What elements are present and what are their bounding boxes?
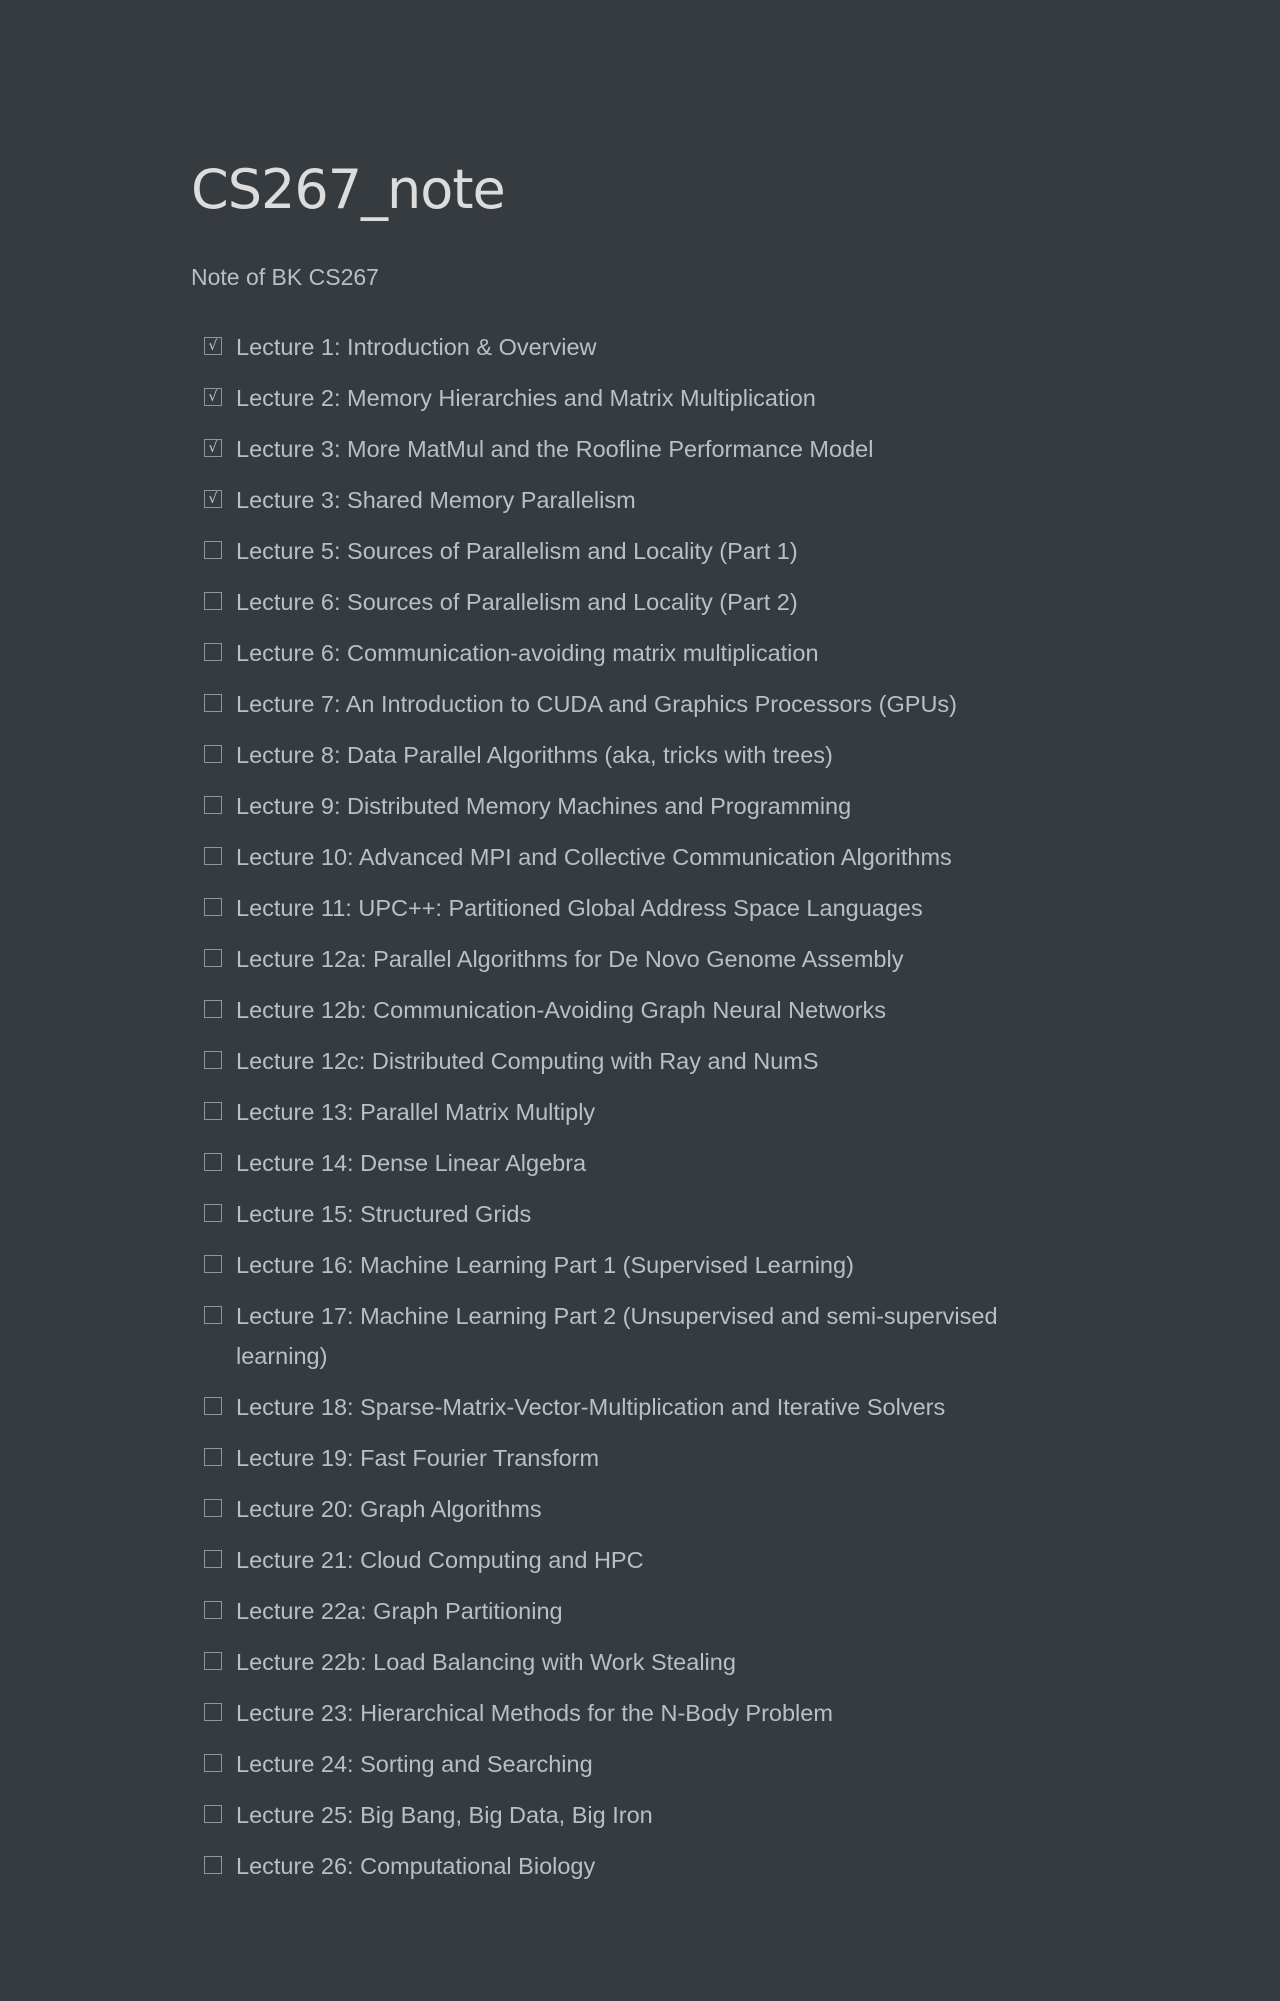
unchecked-checkbox[interactable] — [204, 1153, 222, 1171]
checklist-item: Lecture 6: Sources of Parallelism and Lo… — [191, 582, 1066, 622]
unchecked-checkbox[interactable] — [204, 1397, 222, 1415]
checklist-item-label: Lecture 24: Sorting and Searching — [236, 1751, 593, 1777]
unchecked-checkbox[interactable] — [204, 1102, 222, 1120]
checklist-item-label: Lecture 8: Data Parallel Algorithms (aka… — [236, 742, 833, 768]
checklist-item: Lecture 10: Advanced MPI and Collective … — [191, 837, 1066, 877]
checklist-item: Lecture 20: Graph Algorithms — [191, 1489, 1066, 1529]
checklist-item-label: Lecture 22b: Load Balancing with Work St… — [236, 1649, 736, 1675]
unchecked-checkbox[interactable] — [204, 1306, 222, 1324]
checklist-item: Lecture 12b: Communication-Avoiding Grap… — [191, 990, 1066, 1030]
checklist-item: Lecture 6: Communication-avoiding matrix… — [191, 633, 1066, 673]
checklist-item-label: Lecture 6: Communication-avoiding matrix… — [236, 640, 819, 666]
unchecked-checkbox[interactable] — [204, 1754, 222, 1772]
checklist-item: Lecture 16: Machine Learning Part 1 (Sup… — [191, 1245, 1066, 1285]
checkmark-icon: √ — [208, 440, 218, 456]
unchecked-checkbox[interactable] — [204, 745, 222, 763]
checklist-item-label: Lecture 10: Advanced MPI and Collective … — [236, 844, 952, 870]
checkmark-icon: √ — [208, 338, 218, 354]
checklist-item: Lecture 19: Fast Fourier Transform — [191, 1438, 1066, 1478]
checklist-item: Lecture 24: Sorting and Searching — [191, 1744, 1066, 1784]
checklist-item-label: Lecture 5: Sources of Parallelism and Lo… — [236, 538, 798, 564]
checklist-item: Lecture 5: Sources of Parallelism and Lo… — [191, 531, 1066, 571]
checklist-item-label: Lecture 22a: Graph Partitioning — [236, 1598, 563, 1624]
unchecked-checkbox[interactable] — [204, 1652, 222, 1670]
unchecked-checkbox[interactable] — [204, 847, 222, 865]
checklist-item-label: Lecture 25: Big Bang, Big Data, Big Iron — [236, 1802, 653, 1828]
checkmark-icon: √ — [208, 491, 218, 507]
checklist-item: Lecture 21: Cloud Computing and HPC — [191, 1540, 1066, 1580]
checked-checkbox[interactable]: √ — [204, 337, 222, 355]
checklist-item: Lecture 25: Big Bang, Big Data, Big Iron — [191, 1795, 1066, 1835]
unchecked-checkbox[interactable] — [204, 1204, 222, 1222]
unchecked-checkbox[interactable] — [204, 1703, 222, 1721]
unchecked-checkbox[interactable] — [204, 1550, 222, 1568]
checklist-item: Lecture 9: Distributed Memory Machines a… — [191, 786, 1066, 826]
checklist-item: Lecture 12c: Distributed Computing with … — [191, 1041, 1066, 1081]
checklist-item: √ Lecture 1: Introduction & Overview — [191, 327, 1066, 367]
checklist-item: √ Lecture 3: More MatMul and the Roofline… — [191, 429, 1066, 469]
unchecked-checkbox[interactable] — [204, 694, 222, 712]
unchecked-checkbox[interactable] — [204, 1856, 222, 1874]
checklist-item: Lecture 18: Sparse-Matrix-Vector-Multipl… — [191, 1387, 1066, 1427]
checklist-item-label: Lecture 2: Memory Hierarchies and Matrix… — [236, 385, 816, 411]
checklist-item-label: Lecture 6: Sources of Parallelism and Lo… — [236, 589, 798, 615]
checklist-item-label: Lecture 20: Graph Algorithms — [236, 1496, 542, 1522]
checklist-item: Lecture 26: Computational Biology — [191, 1846, 1066, 1886]
checklist-item-label: Lecture 16: Machine Learning Part 1 (Sup… — [236, 1252, 854, 1278]
checklist-item: √ Lecture 3: Shared Memory Parallelism — [191, 480, 1066, 520]
checklist-item: Lecture 23: Hierarchical Methods for the… — [191, 1693, 1066, 1733]
checklist-item-label: Lecture 19: Fast Fourier Transform — [236, 1445, 600, 1471]
checklist-item-label: Lecture 3: More MatMul and the Roofline … — [236, 436, 874, 462]
unchecked-checkbox[interactable] — [204, 1601, 222, 1619]
unchecked-checkbox[interactable] — [204, 898, 222, 916]
checklist-item-label: Lecture 13: Parallel Matrix Multiply — [236, 1099, 596, 1125]
unchecked-checkbox[interactable] — [204, 1448, 222, 1466]
checklist-item-label: Lecture 14: Dense Linear Algebra — [236, 1150, 587, 1176]
checked-checkbox[interactable]: √ — [204, 490, 222, 508]
checklist-item-label: Lecture 9: Distributed Memory Machines a… — [236, 793, 852, 819]
lecture-checklist: √ Lecture 1: Introduction & Overview √ Lect… — [191, 327, 1091, 1886]
checklist-item: Lecture 15: Structured Grids — [191, 1194, 1066, 1234]
checklist-item: Lecture 12a: Parallel Algorithms for De … — [191, 939, 1066, 979]
checklist-item-label: Lecture 26: Computational Biology — [236, 1853, 596, 1879]
page-title: CS267_note — [191, 158, 506, 221]
unchecked-checkbox[interactable] — [204, 1499, 222, 1517]
unchecked-checkbox[interactable] — [204, 1255, 222, 1273]
checklist-item-label: Lecture 1: Introduction & Overview — [236, 334, 597, 360]
checked-checkbox[interactable]: √ — [204, 388, 222, 406]
checklist-item: Lecture 17: Machine Learning Part 2 (Uns… — [191, 1296, 1066, 1376]
document-body: CS267_note Note of BK CS267 √ Lecture 1: … — [191, 150, 1091, 1897]
checklist-item-label: Lecture 23: Hierarchical Methods for the… — [236, 1700, 833, 1726]
checklist-item: Lecture 13: Parallel Matrix Multiply — [191, 1092, 1066, 1132]
unchecked-checkbox[interactable] — [204, 949, 222, 967]
unchecked-checkbox[interactable] — [204, 541, 222, 559]
checklist-item: Lecture 22b: Load Balancing with Work St… — [191, 1642, 1066, 1682]
page-subtitle: Note of BK CS267 — [191, 264, 379, 290]
checklist-item-label: Lecture 7: An Introduction to CUDA and G… — [236, 691, 957, 717]
checklist-item-label: Lecture 12b: Communication-Avoiding Grap… — [236, 997, 887, 1023]
checklist-item-label: Lecture 12a: Parallel Algorithms for De … — [236, 946, 904, 972]
checklist-item-label: Lecture 3: Shared Memory Parallelism — [236, 487, 636, 513]
checklist-item-label: Lecture 21: Cloud Computing and HPC — [236, 1547, 644, 1573]
checklist-item: Lecture 22a: Graph Partitioning — [191, 1591, 1066, 1631]
checklist-item-label: Lecture 18: Sparse-Matrix-Vector-Multipl… — [236, 1394, 946, 1420]
checklist-item-label: Lecture 15: Structured Grids — [236, 1201, 532, 1227]
checklist-item-label: Lecture 11: UPC++: Partitioned Global Ad… — [236, 895, 923, 921]
checklist-item-label: Lecture 17: Machine Learning Part 2 (Uns… — [236, 1303, 998, 1369]
checkmark-icon: √ — [208, 389, 218, 405]
unchecked-checkbox[interactable] — [204, 796, 222, 814]
checked-checkbox[interactable]: √ — [204, 439, 222, 457]
checklist-item: Lecture 11: UPC++: Partitioned Global Ad… — [191, 888, 1066, 928]
checklist-item: Lecture 7: An Introduction to CUDA and G… — [191, 684, 1066, 724]
unchecked-checkbox[interactable] — [204, 643, 222, 661]
unchecked-checkbox[interactable] — [204, 1000, 222, 1018]
checklist-item: Lecture 14: Dense Linear Algebra — [191, 1143, 1066, 1183]
checklist-item: Lecture 8: Data Parallel Algorithms (aka… — [191, 735, 1066, 775]
unchecked-checkbox[interactable] — [204, 592, 222, 610]
unchecked-checkbox[interactable] — [204, 1051, 222, 1069]
checklist-item-label: Lecture 12c: Distributed Computing with … — [236, 1048, 819, 1074]
unchecked-checkbox[interactable] — [204, 1805, 222, 1823]
checklist-item: √ Lecture 2: Memory Hierarchies and Matri… — [191, 378, 1066, 418]
